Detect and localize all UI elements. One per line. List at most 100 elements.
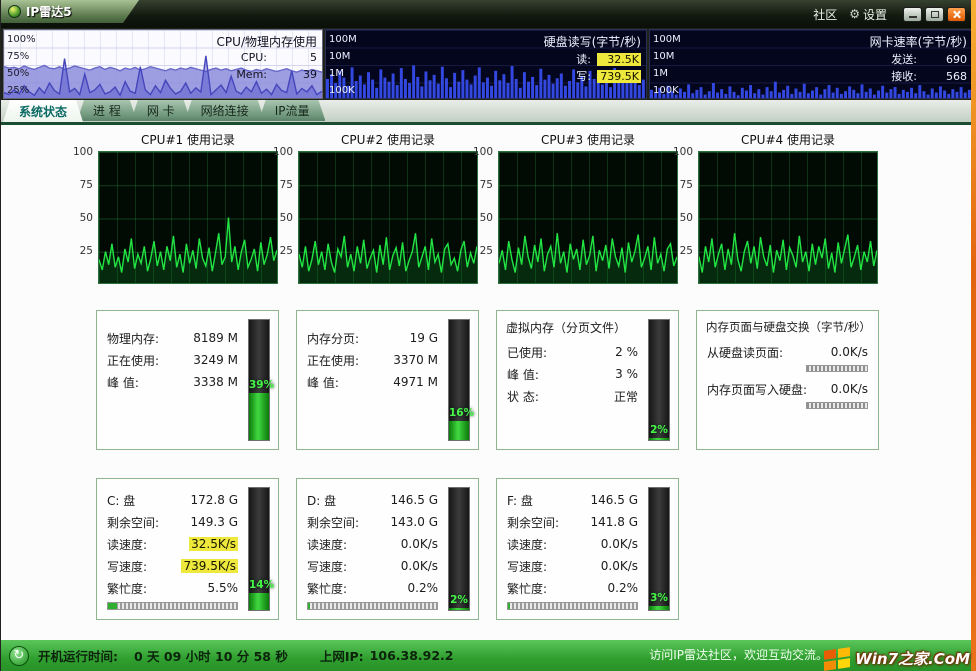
window-controls	[903, 7, 966, 22]
stat-row: 剩余空间:141.8 G	[507, 511, 638, 533]
cpu3-axis: 100 75 50 25	[474, 151, 495, 284]
settings-label: 设置	[863, 6, 887, 23]
titlebar[interactable]: IP雷达5 社区 ⚙ 设置	[1, 0, 976, 28]
disk-c-panel: C: 盘172.8 G 剩余空间:149.3 G 读速度:32.5K/s 写速度…	[96, 478, 279, 620]
cpu4-history-group: CPU#4 使用记录 100 75 50 25	[674, 131, 878, 291]
maximize-button[interactable]	[925, 7, 944, 22]
cpu4-chart-title: CPU#4 使用记录	[698, 131, 878, 148]
stat-row: 剩余空间:143.0 G	[307, 511, 438, 533]
network-rate-monitor: 100M 10M 1M 100K 网卡速率(字节/秒) 发送: 690 接收: …	[649, 29, 973, 99]
disk-c-busy-bar	[107, 602, 238, 610]
stat-row: 写速度:739.5K/s	[107, 555, 238, 577]
cpu4-axis: 100 75 50 25	[674, 151, 695, 284]
net-recv-stat: 接收: 568	[891, 68, 967, 84]
community-promo-text: 访问IP雷达社区，欢迎互动交流。	[649, 646, 828, 663]
cpu2-chart-title: CPU#2 使用记录	[298, 131, 478, 148]
stat-row: 繁忙度:0.2%	[507, 577, 638, 599]
stat-row: 从硬盘读页面:0.0K/s	[707, 341, 868, 363]
window-border-right	[971, 0, 976, 671]
cpu4-history-chart	[698, 151, 878, 284]
cpu-mem-title: CPU/物理内存使用	[217, 33, 317, 50]
radar-app-icon	[8, 5, 21, 18]
gear-icon: ⚙	[849, 7, 860, 21]
stat-row: 读速度:0.0K/s	[307, 533, 438, 555]
status-bar: ↻ 开机运行时间: 0 天 09 小时 10 分 58 秒 上网IP: 106.…	[1, 640, 976, 671]
cpu-mem-scale: 100% 75% 50% 25%	[7, 31, 36, 99]
disk-f-panel: F: 盘146.5 G 剩余空间:141.8 G 读速度:0.0K/s 写速度:…	[496, 478, 679, 620]
disk-read-stat: 读: 32.5K	[576, 51, 641, 67]
close-button[interactable]	[947, 7, 966, 22]
tab-network-card[interactable]: 网 卡	[131, 100, 191, 121]
swap-write-bar	[806, 402, 868, 409]
stat-row: 写速度:0.0K/s	[507, 555, 638, 577]
stat-row: 内存分页:19 G	[307, 327, 438, 349]
disk-monitor-title: 硬盘读写(字节/秒)	[544, 33, 641, 50]
online-ip-label: 上网IP:	[320, 646, 364, 665]
disk-c-gauge: 14%	[248, 487, 270, 611]
stat-row: 正在使用:3370 M	[307, 349, 438, 371]
stat-row: 已使用:2 %	[507, 341, 638, 363]
stat-row: 内存页面写入硬盘:0.0K/s	[707, 378, 868, 400]
community-link[interactable]: 社区	[813, 6, 837, 23]
swap-read-bar	[806, 365, 868, 372]
monitor-strip: 100% 75% 50% 25% CPU/物理内存使用 CPU: 5 Mem: …	[1, 28, 976, 100]
disk-d-panel: D: 盘146.5 G 剩余空间:143.0 G 读速度:0.0K/s 写速度:…	[296, 478, 479, 620]
stat-row: D: 盘146.5 G	[307, 489, 438, 511]
online-ip-value: 106.38.92.2	[370, 648, 454, 663]
stat-row: 峰 值:3 %	[507, 363, 638, 385]
page-swap-title: 内存页面与硬盘交换（字节/秒）	[706, 319, 871, 335]
disk-scale: 100M 10M 1M 100K	[329, 31, 357, 99]
cpu-memory-monitor: 100% 75% 50% 25% CPU/物理内存使用 CPU: 5 Mem: …	[3, 29, 323, 99]
stat-row: 剩余空间:149.3 G	[107, 511, 238, 533]
tab-connections[interactable]: 网络连接	[185, 100, 265, 121]
watermark-text: Win7之家.CoM	[855, 648, 970, 669]
virtual-memory-panel: 虚拟内存（分页文件） 已使用:2 % 峰 值:3 % 状 态:正常 2%	[496, 310, 679, 450]
maximize-icon	[931, 11, 939, 18]
virtual-memory-title: 虚拟内存（分页文件）	[506, 319, 626, 336]
system-status-page: CPU#1 使用记录 100 75 50 25 CPU#2 使用记录 100 7…	[1, 125, 976, 640]
cpu3-chart-title: CPU#3 使用记录	[498, 131, 678, 148]
page-swap-panel: 内存页面与硬盘交换（字节/秒） 从硬盘读页面:0.0K/s 内存页面写入硬盘:0…	[696, 310, 879, 450]
cpu2-axis: 100 75 50 25	[274, 151, 295, 284]
ip-radar-window: IP雷达5 社区 ⚙ 设置 100% 75% 50% 25%	[0, 0, 976, 671]
cpu2-history-group: CPU#2 使用记录 100 75 50 25	[274, 131, 478, 291]
minimize-icon	[909, 16, 917, 18]
disk-d-busy-bar	[307, 602, 438, 610]
stat-row: 读速度:0.0K/s	[507, 533, 638, 555]
stat-row: 写速度:0.0K/s	[307, 555, 438, 577]
cpu1-history-chart	[98, 151, 278, 284]
uptime-label: 开机运行时间:	[38, 646, 118, 665]
stat-row: F: 盘146.5 G	[507, 489, 638, 511]
disk-f-gauge: 3%	[648, 487, 670, 611]
stat-row: 繁忙度:0.2%	[307, 577, 438, 599]
stat-row: 读速度:32.5K/s	[107, 533, 238, 555]
uptime-value: 0 天 09 小时 10 分 58 秒	[134, 646, 288, 665]
tab-processes[interactable]: 进 程	[77, 100, 137, 121]
tab-strip: 系统状态 进 程 网 卡 网络连接 IP流量	[1, 100, 976, 122]
net-scale: 100M 10M 1M 100K	[653, 31, 681, 99]
cpu3-history-group: CPU#3 使用记录 100 75 50 25	[474, 131, 678, 291]
cpu1-axis: 100 75 50 25	[74, 151, 95, 284]
mem-usage-stat: Mem: 39	[236, 68, 317, 81]
disk-f-busy-bar	[507, 602, 638, 610]
app-title: IP雷达5	[26, 3, 72, 20]
watermark-logo: Win7之家.CoM	[824, 648, 970, 669]
cpu1-history-group: CPU#1 使用记录 100 75 50 25	[74, 131, 278, 291]
stat-row: 繁忙度:5.5%	[107, 577, 238, 599]
tab-ip-traffic[interactable]: IP流量	[259, 100, 326, 121]
close-icon	[952, 10, 961, 19]
net-monitor-title: 网卡速率(字节/秒)	[870, 33, 967, 50]
cpu2-history-chart	[298, 151, 478, 284]
minimize-button[interactable]	[903, 7, 922, 22]
tab-system-status[interactable]: 系统状态	[3, 100, 83, 122]
stat-row: 峰 值:4971 M	[307, 371, 438, 393]
cpu3-history-chart	[498, 151, 678, 284]
stat-row: C: 盘172.8 G	[107, 489, 238, 511]
disk-d-gauge: 2%	[448, 487, 470, 611]
uptime-clock-icon: ↻	[9, 646, 29, 666]
app-logo-banner: IP雷达5	[1, 0, 139, 23]
stat-row: 状 态:正常	[507, 385, 638, 407]
disk-io-monitor: 100M 10M 1M 100K 硬盘读写(字节/秒) 读: 32.5K 写: …	[325, 29, 647, 99]
settings-button[interactable]: ⚙ 设置	[849, 6, 887, 23]
net-send-stat: 发送: 690	[891, 51, 967, 67]
